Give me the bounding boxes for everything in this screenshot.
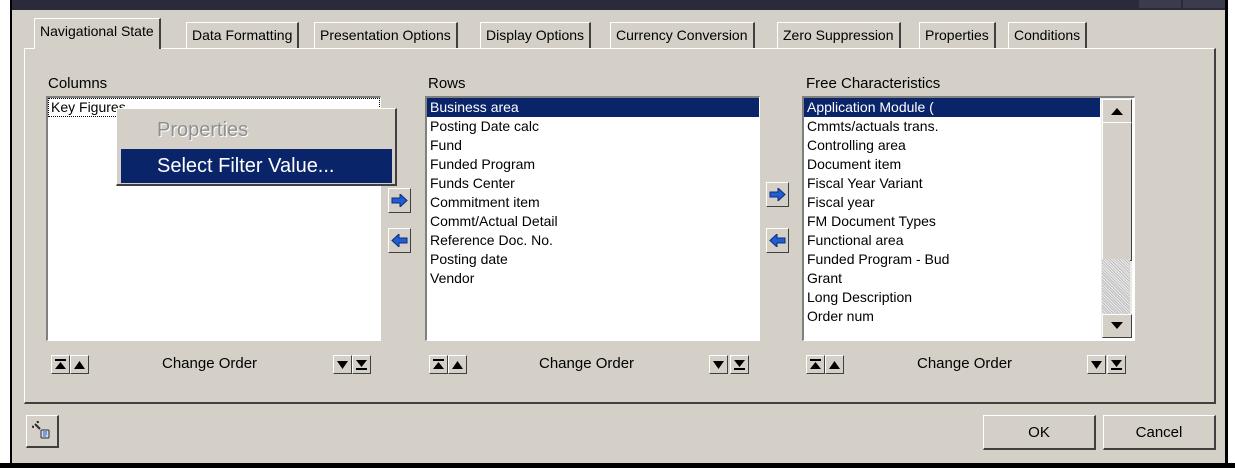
triangle-up-icon	[452, 360, 463, 369]
scroll-up-button[interactable]	[1102, 99, 1132, 123]
change-order-label: Change Order	[539, 355, 635, 372]
list-item[interactable]: Cmmts/actuals trans.	[804, 117, 1100, 136]
move-up-button[interactable]	[448, 355, 467, 374]
list-item[interactable]: Funded Program - Bud	[804, 250, 1100, 269]
move-to-bottom-button[interactable]	[1107, 355, 1126, 374]
window-frame-bottom	[0, 463, 1235, 468]
list-item[interactable]: Funds Center	[427, 174, 759, 193]
triangle-up-icon	[74, 360, 85, 369]
columns-label: Columns	[48, 75, 108, 92]
move-to-top-icon	[55, 359, 66, 369]
move-up-button[interactable]	[825, 355, 844, 374]
move-to-bottom-icon	[356, 360, 367, 370]
window-frame-left	[0, 0, 12, 468]
move-down-button[interactable]	[709, 355, 728, 374]
change-order-label: Change Order	[162, 355, 258, 372]
move-up-button[interactable]	[70, 355, 89, 374]
blue-arrow-left-icon	[391, 234, 408, 247]
list-item[interactable]: Posting Date calc	[427, 117, 759, 136]
list-item[interactable]: Funded Program	[427, 155, 759, 174]
move-down-button[interactable]	[333, 355, 352, 374]
list-item[interactable]: Grant	[804, 269, 1100, 288]
blue-arrow-right-icon	[391, 194, 408, 207]
rows-listbox[interactable]: Business area Posting Date calc Fund Fun…	[425, 96, 760, 341]
menu-item-properties[interactable]: Properties	[121, 113, 392, 147]
list-item[interactable]: Fiscal year	[804, 193, 1100, 212]
window-frame-right	[1225, 0, 1235, 468]
title-bar-button[interactable]	[1139, 0, 1181, 8]
tab-zero-suppression[interactable]: Zero Suppression	[777, 22, 901, 48]
title-bar	[12, 0, 1225, 10]
triangle-down-icon	[1091, 360, 1102, 369]
list-item[interactable]: Business area	[427, 98, 759, 117]
free-characteristics-listbox[interactable]: Application Module ( Cmmts/actuals trans…	[802, 96, 1135, 341]
move-to-top-icon	[810, 359, 821, 369]
move-to-top-button[interactable]	[51, 355, 70, 374]
blue-arrow-right-icon	[769, 188, 786, 201]
list-item[interactable]: Controlling area	[804, 136, 1100, 155]
change-order-label: Change Order	[917, 355, 1013, 372]
list-item[interactable]: Fund	[427, 136, 759, 155]
list-item[interactable]: Document item	[804, 155, 1100, 174]
triangle-down-icon	[713, 360, 724, 369]
menu-item-select-filter-value[interactable]: Select Filter Value...	[121, 149, 392, 183]
scrollbar-track[interactable]	[1102, 259, 1130, 314]
tab-properties[interactable]: Properties	[919, 22, 996, 48]
move-to-bottom-button[interactable]	[730, 355, 749, 374]
list-item[interactable]: Commt/Actual Detail	[427, 212, 759, 231]
move-to-bottom-icon	[734, 360, 745, 370]
move-to-top-button[interactable]	[806, 355, 825, 374]
tab-presentation-options[interactable]: Presentation Options	[314, 22, 458, 48]
list-item[interactable]: FM Document Types	[804, 212, 1100, 231]
list-item[interactable]: Application Module (	[804, 98, 1100, 117]
rows-label: Rows	[428, 75, 466, 92]
free-characteristics-label: Free Characteristics	[806, 75, 941, 92]
move-down-button[interactable]	[1087, 355, 1106, 374]
move-left-button[interactable]	[766, 228, 789, 253]
tools-button[interactable]	[26, 415, 59, 448]
move-to-bottom-button[interactable]	[352, 355, 371, 374]
move-to-top-icon	[433, 359, 444, 369]
tab-data-formatting[interactable]: Data Formatting	[186, 22, 300, 48]
list-item[interactable]: Long Description	[804, 288, 1100, 307]
vertical-scrollbar[interactable]	[1101, 98, 1132, 338]
blue-arrow-left-icon	[769, 234, 786, 247]
triangle-down-icon	[1111, 322, 1123, 329]
list-item[interactable]: Vendor	[427, 269, 759, 288]
title-bar-button[interactable]	[1183, 0, 1225, 8]
wrench-icon	[32, 421, 50, 439]
list-item[interactable]: Functional area	[804, 231, 1100, 250]
move-to-top-button[interactable]	[429, 355, 448, 374]
tab-currency-conversion[interactable]: Currency Conversion	[610, 22, 755, 48]
move-to-bottom-icon	[1111, 360, 1122, 370]
triangle-up-icon	[1111, 108, 1123, 115]
scroll-down-button[interactable]	[1102, 314, 1132, 338]
list-item[interactable]: Order num	[804, 307, 1100, 326]
list-item[interactable]: Reference Doc. No.	[427, 231, 759, 250]
triangle-up-icon	[829, 360, 840, 369]
triangle-down-icon	[337, 360, 348, 369]
tab-navigational-state[interactable]: Navigational State	[34, 18, 161, 49]
move-left-button[interactable]	[388, 228, 411, 253]
scrollbar-thumb[interactable]	[1102, 122, 1132, 261]
list-item[interactable]: Posting date	[427, 250, 759, 269]
list-item[interactable]: Commitment item	[427, 193, 759, 212]
context-menu: Properties Select Filter Value...	[116, 108, 397, 186]
cancel-button[interactable]: Cancel	[1103, 415, 1216, 450]
move-right-button[interactable]	[388, 188, 411, 213]
ok-button[interactable]: OK	[983, 415, 1096, 450]
move-right-button[interactable]	[766, 182, 789, 207]
tab-display-options[interactable]: Display Options	[480, 22, 592, 48]
list-item[interactable]: Fiscal Year Variant	[804, 174, 1100, 193]
tab-conditions[interactable]: Conditions	[1008, 22, 1088, 48]
